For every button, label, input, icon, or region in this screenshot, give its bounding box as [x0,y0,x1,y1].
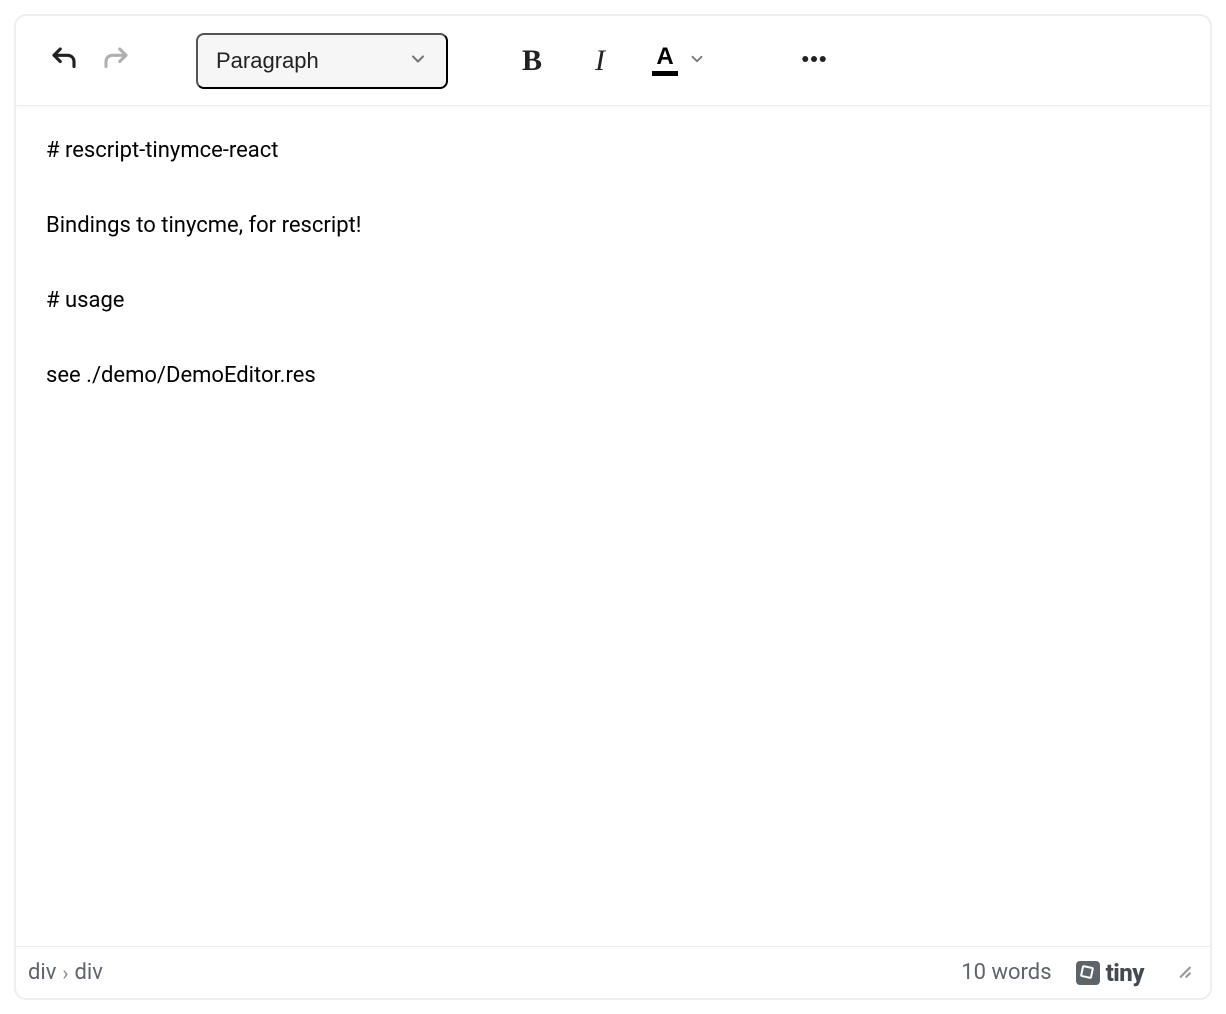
format-group: B I A [508,37,838,85]
more-button[interactable] [790,37,838,85]
editor-content[interactable]: # rescript-tinymce-react Bindings to tin… [16,106,1210,946]
resize-handle[interactable] [1174,960,1192,985]
text-color-button[interactable]: A [644,37,714,85]
breadcrumb-item[interactable]: div [74,960,102,985]
element-path[interactable]: div › div [28,960,103,985]
content-paragraph[interactable]: # rescript-tinymce-react [46,134,1180,167]
tiny-branding[interactable]: tiny [1076,959,1144,987]
content-paragraph[interactable]: # usage [46,284,1180,317]
editor-container: Paragraph B I A [14,14,1212,1000]
chevron-right-icon: › [62,961,68,985]
italic-icon: I [595,44,605,78]
status-right: 10 words tiny [961,959,1192,987]
block-format-label: Paragraph [216,48,319,74]
undo-button[interactable] [40,37,88,85]
breadcrumb-item[interactable]: div [28,960,56,985]
redo-icon [101,44,131,77]
redo-button[interactable] [92,37,140,85]
undo-icon [49,44,79,77]
bold-icon: B [522,44,542,78]
chevron-down-icon [408,49,428,72]
content-paragraph[interactable]: see ./demo/DemoEditor.res [46,359,1180,392]
text-color-icon: A [652,45,678,76]
more-horizontal-icon [799,44,829,77]
content-paragraph[interactable]: Bindings to tinycme, for rescript! [46,209,1180,242]
chevron-down-icon [688,50,706,71]
tiny-logo-icon [1076,961,1100,985]
italic-button[interactable]: I [576,37,624,85]
word-count[interactable]: 10 words [961,960,1051,985]
block-format-selector[interactable]: Paragraph [196,33,448,89]
toolbar: Paragraph B I A [16,16,1210,106]
history-group [40,37,140,85]
statusbar: div › div 10 words tiny [16,946,1210,998]
bold-button[interactable]: B [508,37,556,85]
tiny-logo-text: tiny [1106,959,1144,987]
